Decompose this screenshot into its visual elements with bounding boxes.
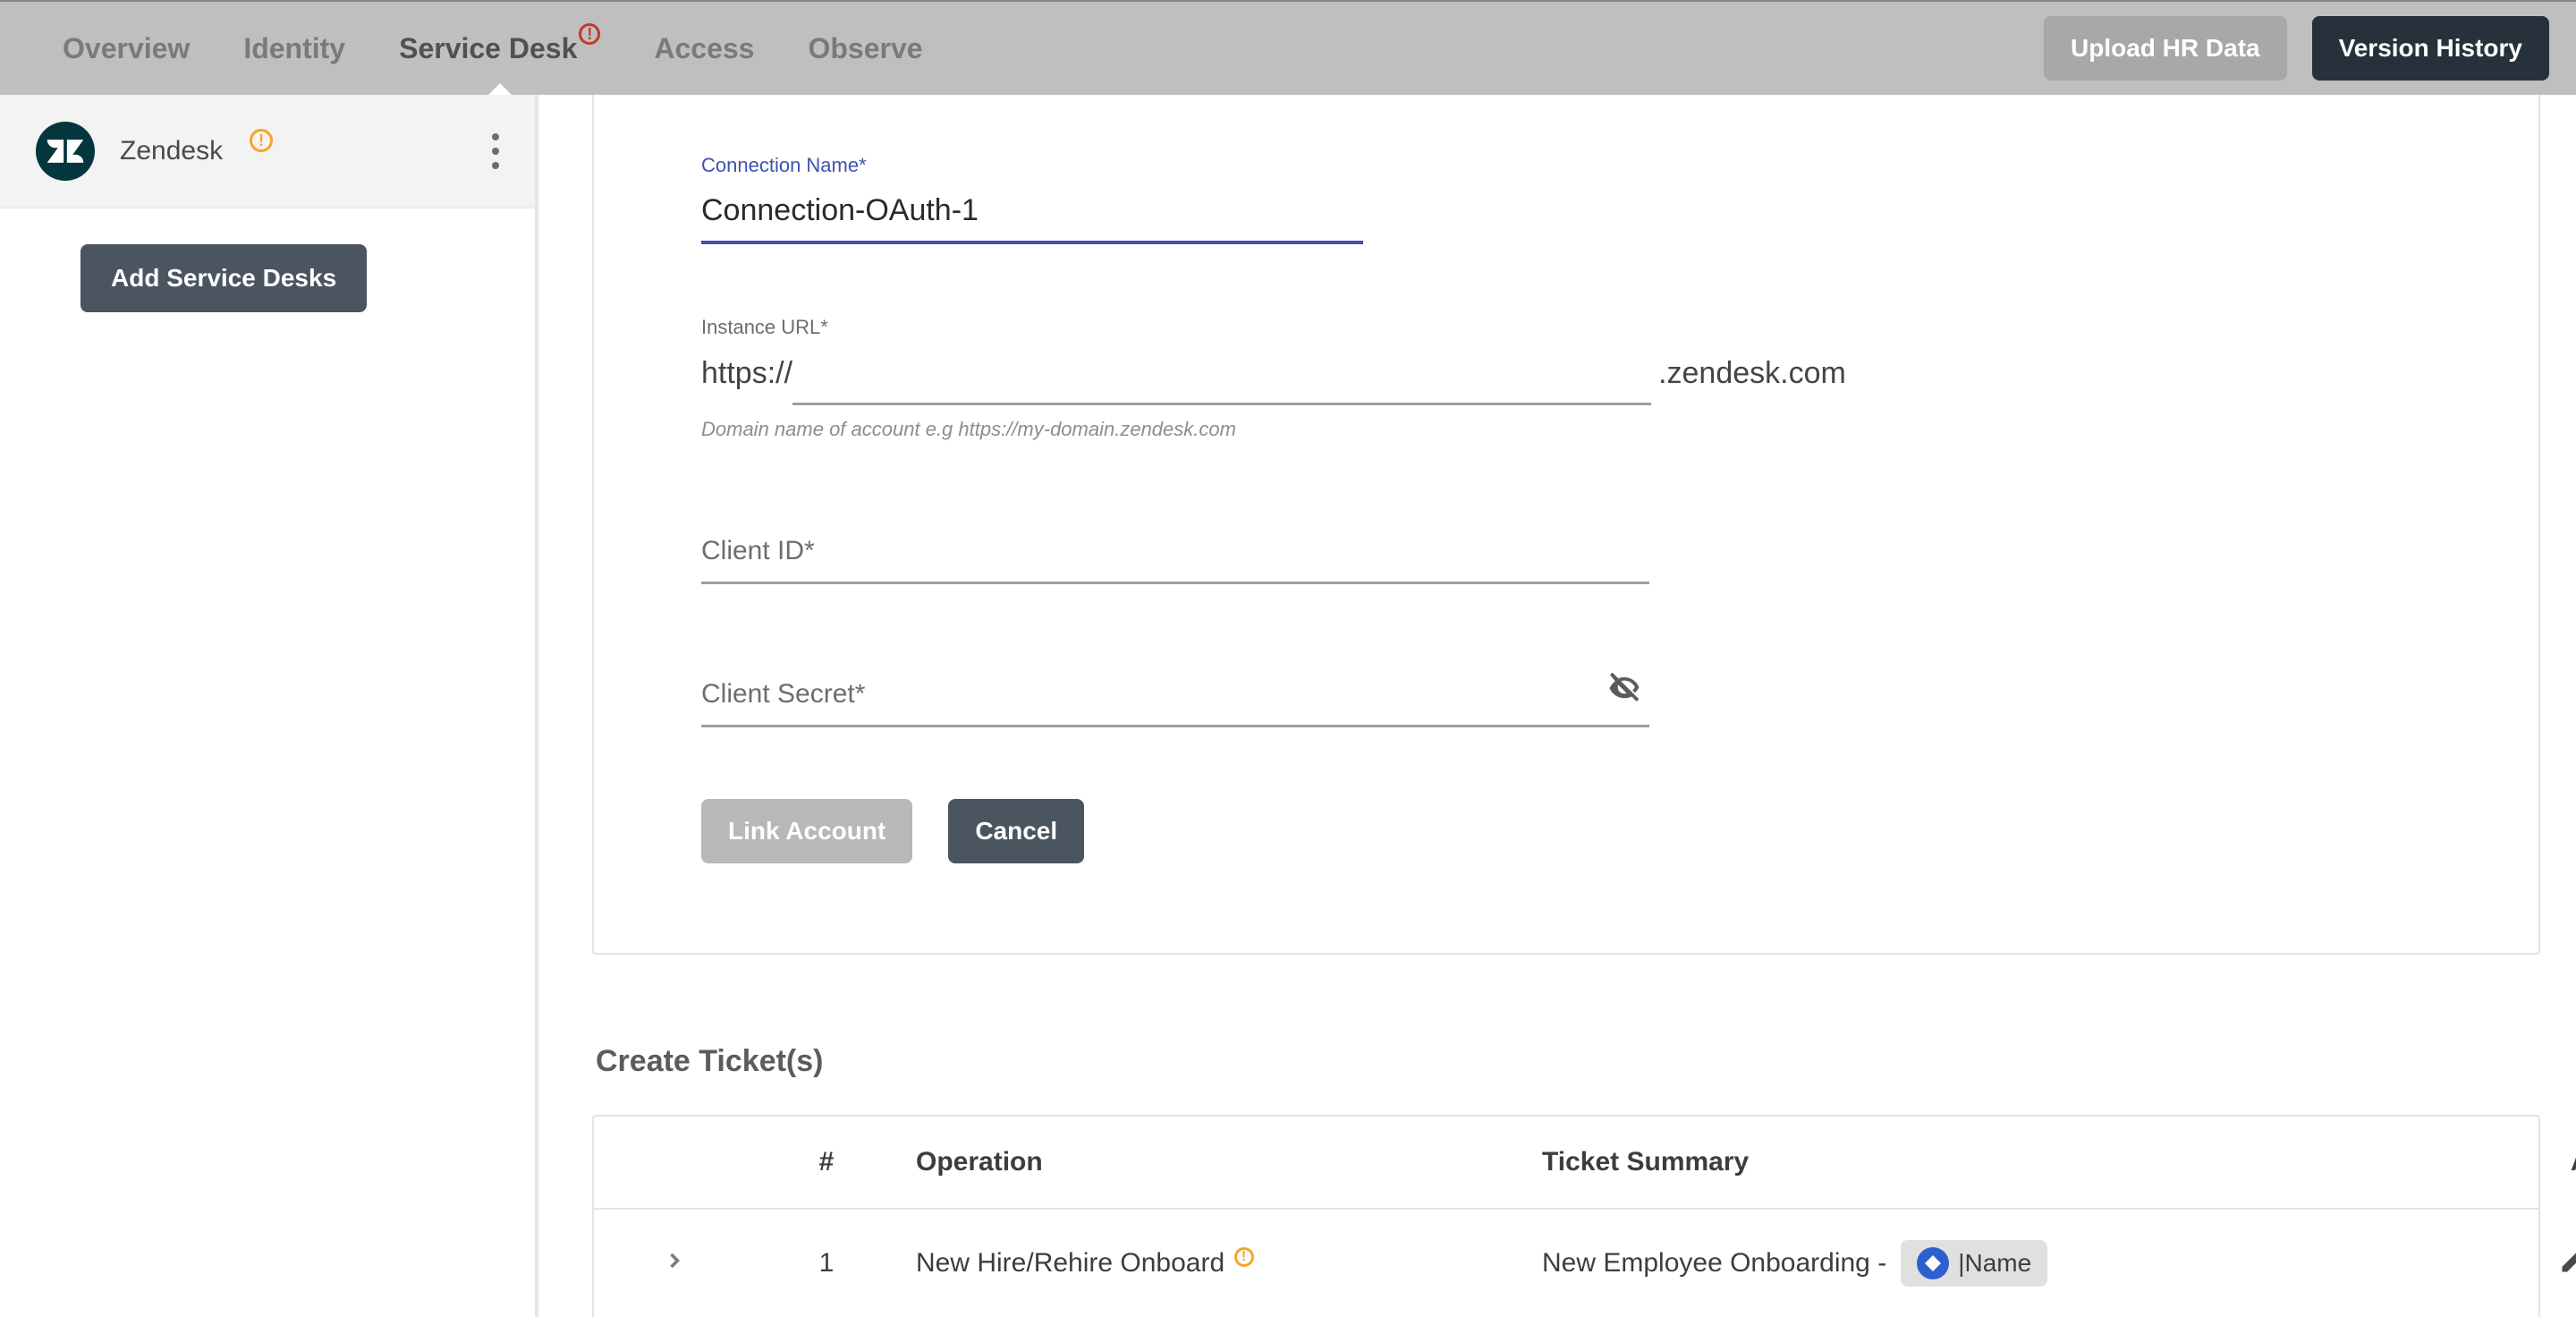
variable-chip-label: |Name — [1958, 1249, 2031, 1278]
add-service-desk-wrap: Add Service Desks — [0, 208, 535, 312]
row-operation: New Hire/Rehire Onboard ! — [916, 1248, 1542, 1279]
col-number: # — [737, 1147, 916, 1177]
alert-icon: ! — [579, 23, 600, 45]
zendesk-logo-icon — [36, 122, 95, 181]
row-operation-label: New Hire/Rehire Onboard — [916, 1248, 1224, 1278]
row-summary-text: New Employee Onboarding - — [1542, 1248, 1886, 1279]
tab-observe[interactable]: Observe — [781, 1, 949, 96]
kebab-menu-icon[interactable] — [492, 133, 499, 169]
visibility-off-icon[interactable] — [1605, 667, 1644, 711]
sidebar-item-zendesk[interactable]: Zendesk ! — [0, 95, 535, 208]
tab-service-desk-label: Service Desk — [399, 32, 577, 65]
client-id-input[interactable] — [701, 513, 1649, 584]
client-secret-input[interactable] — [701, 656, 1649, 727]
client-secret-row: Client Secret* — [701, 656, 1649, 727]
row-actions — [2454, 1244, 2576, 1283]
instance-url-label: Instance URL* — [701, 316, 2431, 339]
instance-url-hint: Domain name of account e.g https://my-do… — [701, 418, 2431, 441]
version-history-button[interactable]: Version History — [2312, 16, 2549, 81]
create-tickets-title: Create Ticket(s) — [596, 1044, 2540, 1079]
instance-url-prefix: https:// — [701, 356, 792, 405]
tab-service-desk[interactable]: Service Desk ! — [372, 1, 627, 96]
row-summary: New Employee Onboarding - |Name — [1542, 1240, 2454, 1287]
edit-icon[interactable] — [2558, 1244, 2576, 1283]
main-panel: Connection Name* Instance URL* https:// … — [538, 95, 2576, 1317]
instance-url-input[interactable] — [792, 346, 1651, 405]
instance-url-suffix: .zendesk.com — [1651, 356, 1846, 405]
connection-form-card: Connection Name* Instance URL* https:// … — [592, 95, 2540, 955]
warning-icon: ! — [1234, 1247, 1254, 1267]
link-account-button[interactable]: Link Account — [701, 799, 912, 863]
content-layout: Zendesk ! Add Service Desks Connection N… — [0, 95, 2576, 1317]
col-actions: Actions — [2454, 1147, 2576, 1177]
upload-hr-data-button[interactable]: Upload HR Data — [2044, 16, 2287, 81]
connection-name-row: Connection Name* — [701, 154, 2431, 244]
row-number: 1 — [737, 1248, 916, 1279]
tab-access[interactable]: Access — [627, 1, 781, 96]
sidebar-item-label: Zendesk — [120, 136, 223, 166]
table-row: 1 New Hire/Rehire Onboard ! New Employee… — [594, 1210, 2538, 1317]
variable-chip-name[interactable]: |Name — [1901, 1240, 2047, 1287]
connection-name-input[interactable] — [701, 184, 1363, 244]
client-id-row: Client ID* — [701, 513, 1649, 584]
col-summary: Ticket Summary — [1542, 1147, 2454, 1177]
warning-icon: ! — [250, 129, 273, 152]
tab-bar: Overview Identity Service Desk ! Access … — [36, 1, 950, 96]
form-actions: Link Account Cancel — [701, 799, 2431, 863]
col-operation: Operation — [916, 1147, 1542, 1177]
expand-row-icon[interactable] — [612, 1246, 737, 1281]
tickets-table: # Operation Ticket Summary Actions 1 New… — [592, 1115, 2540, 1317]
add-service-desks-button[interactable]: Add Service Desks — [80, 244, 367, 312]
topbar-actions: Upload HR Data Version History — [2044, 16, 2549, 81]
cancel-button[interactable]: Cancel — [948, 799, 1084, 863]
tickets-table-header: # Operation Ticket Summary Actions — [594, 1117, 2538, 1210]
tab-overview[interactable]: Overview — [36, 1, 216, 96]
tab-identity[interactable]: Identity — [216, 1, 372, 96]
connection-name-label: Connection Name* — [701, 154, 2431, 177]
sidebar: Zendesk ! Add Service Desks — [0, 95, 538, 1317]
instance-url-row: Instance URL* https:// .zendesk.com Doma… — [701, 316, 2431, 441]
variable-chip-icon — [1917, 1247, 1949, 1279]
top-nav: Overview Identity Service Desk ! Access … — [0, 0, 2576, 95]
